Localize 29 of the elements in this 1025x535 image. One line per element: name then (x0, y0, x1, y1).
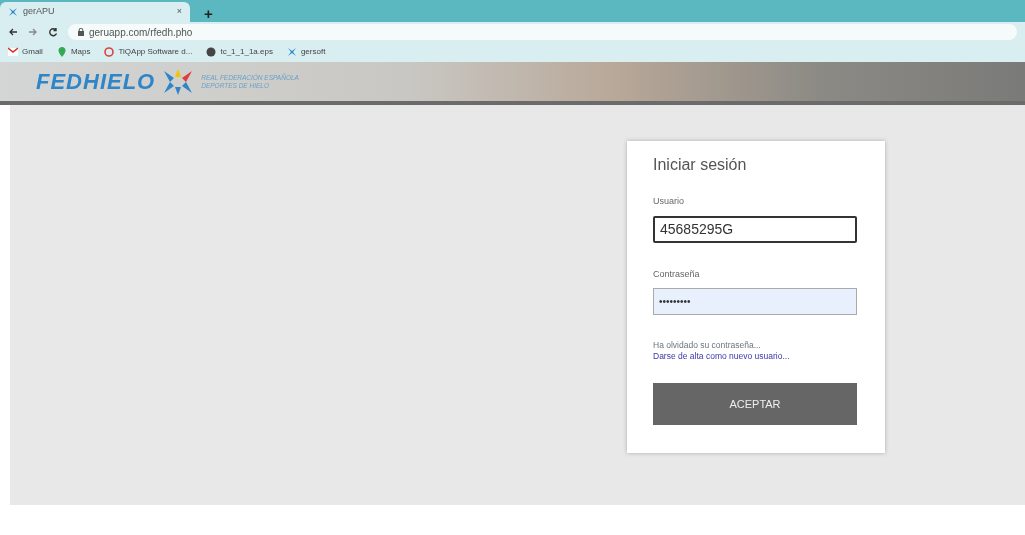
snowflake-icon (8, 7, 18, 17)
map-pin-icon (56, 47, 67, 57)
new-tab-button[interactable]: + (198, 5, 219, 22)
logo-text: FEDHIELO (36, 68, 156, 96)
reload-icon[interactable] (48, 27, 58, 37)
ring-icon (104, 47, 115, 57)
login-title: Iniciar sesión (653, 155, 748, 175)
input-field[interactable]: ••••••••• (653, 288, 857, 315)
lock-icon (78, 28, 84, 36)
mail-icon (8, 47, 18, 57)
globe-icon (206, 47, 217, 57)
bookmark-link[interactable]: tc_1_1_1a.eps (206, 46, 273, 58)
forgot-password-link[interactable]: Ha olvidado su contraseña... (653, 340, 859, 351)
url-text: geruapp.com/rfedh.pho (89, 25, 193, 40)
forward-icon[interactable] (28, 27, 38, 37)
field-label: Usuario (653, 195, 685, 208)
bookmark-link[interactable]: Maps (56, 46, 91, 58)
input-field[interactable]: 45685295G (653, 215, 857, 243)
accept-button[interactable]: ACEPTAR (653, 383, 857, 426)
field-label: Contraseña (653, 267, 701, 281)
snowflake-icon (286, 47, 297, 57)
close-tab-button[interactable]: × (176, 5, 182, 19)
browser-tab[interactable]: gerAPU × (0, 2, 190, 22)
register-link[interactable]: Darse de alta como nuevo usuario... (653, 350, 859, 362)
bookmark-link[interactable]: gersoft (286, 46, 326, 58)
back-icon[interactable] (8, 27, 18, 37)
bookmark-link[interactable]: Gmail (8, 46, 43, 58)
bookmark-link[interactable]: TiQApp Software d... (104, 46, 193, 58)
address-bar[interactable]: geruapp.com/rfedh.pho (68, 24, 1017, 40)
